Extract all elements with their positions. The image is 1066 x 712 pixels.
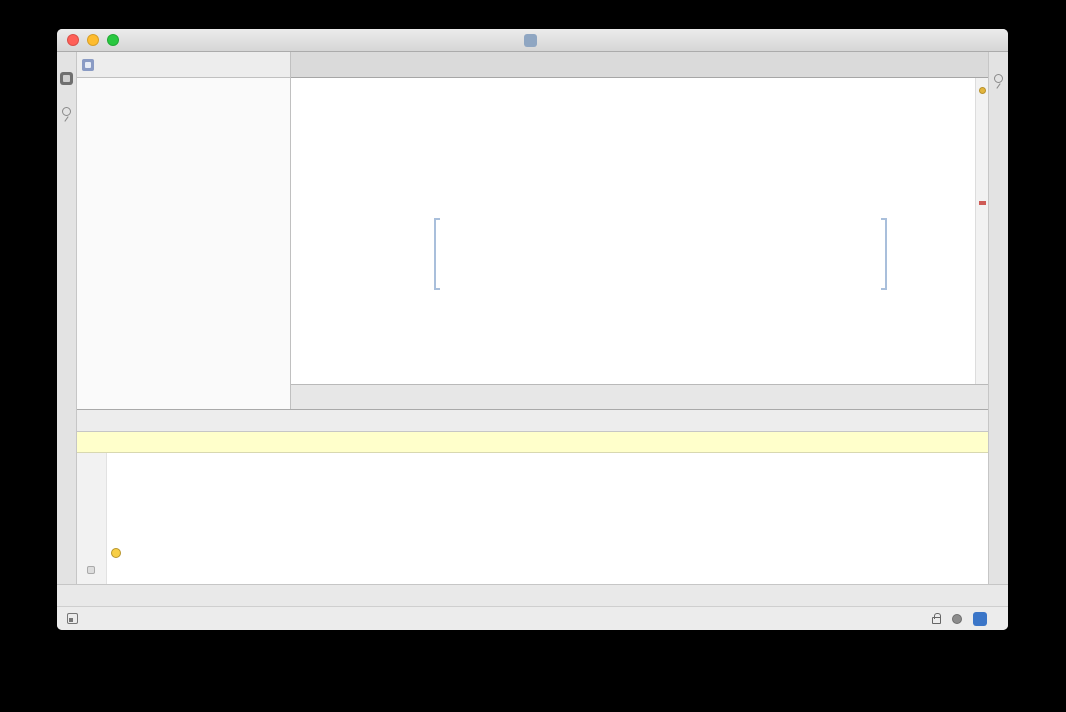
- warning-mark-icon[interactable]: [979, 87, 986, 94]
- editor[interactable]: [291, 78, 988, 384]
- error-stripe[interactable]: [975, 78, 988, 384]
- titlebar[interactable]: [57, 29, 1008, 52]
- hector-icon[interactable]: [952, 613, 962, 624]
- minimize-window-button[interactable]: [87, 34, 99, 46]
- typesystem-badge[interactable]: [973, 611, 987, 626]
- close-window-button[interactable]: [67, 34, 79, 46]
- left-toolwindow-bar: [57, 52, 77, 584]
- project-panel-header: [77, 52, 291, 78]
- editor-tabbar: [291, 52, 988, 78]
- zoom-window-button[interactable]: [107, 34, 119, 46]
- project-tree: [77, 78, 291, 409]
- intention-bulb-icon[interactable]: [111, 548, 121, 558]
- toolwindow-bottom-bar: [57, 584, 1008, 606]
- window-title: [57, 33, 1008, 47]
- concept-banner: [77, 432, 988, 453]
- traffic-lights: [67, 34, 119, 46]
- inspector-content[interactable]: [77, 453, 988, 584]
- hidden-tabs-button[interactable]: [970, 52, 988, 77]
- lock-icon[interactable]: [932, 613, 941, 624]
- toolwindow-toggle-icon[interactable]: [67, 613, 78, 624]
- right-toolwindow-bar: [988, 52, 1008, 584]
- toolwindow-icon[interactable]: [60, 72, 73, 85]
- editor-bottom-tabs: [291, 384, 988, 409]
- pin-icon: [994, 74, 1003, 83]
- gutter-anchor-icon: [87, 566, 95, 574]
- desktop-background: [0, 0, 1066, 712]
- inspector-gutter: [77, 453, 107, 584]
- status-bar: [57, 606, 1008, 630]
- mps-window: [57, 29, 1008, 630]
- error-mark-icon[interactable]: [979, 201, 986, 205]
- node-file-icon: [523, 33, 537, 47]
- inspector-header: [77, 410, 988, 432]
- inspector-panel: [77, 409, 988, 584]
- logical-view-icon: [82, 58, 94, 71]
- clip-icon: [62, 107, 71, 116]
